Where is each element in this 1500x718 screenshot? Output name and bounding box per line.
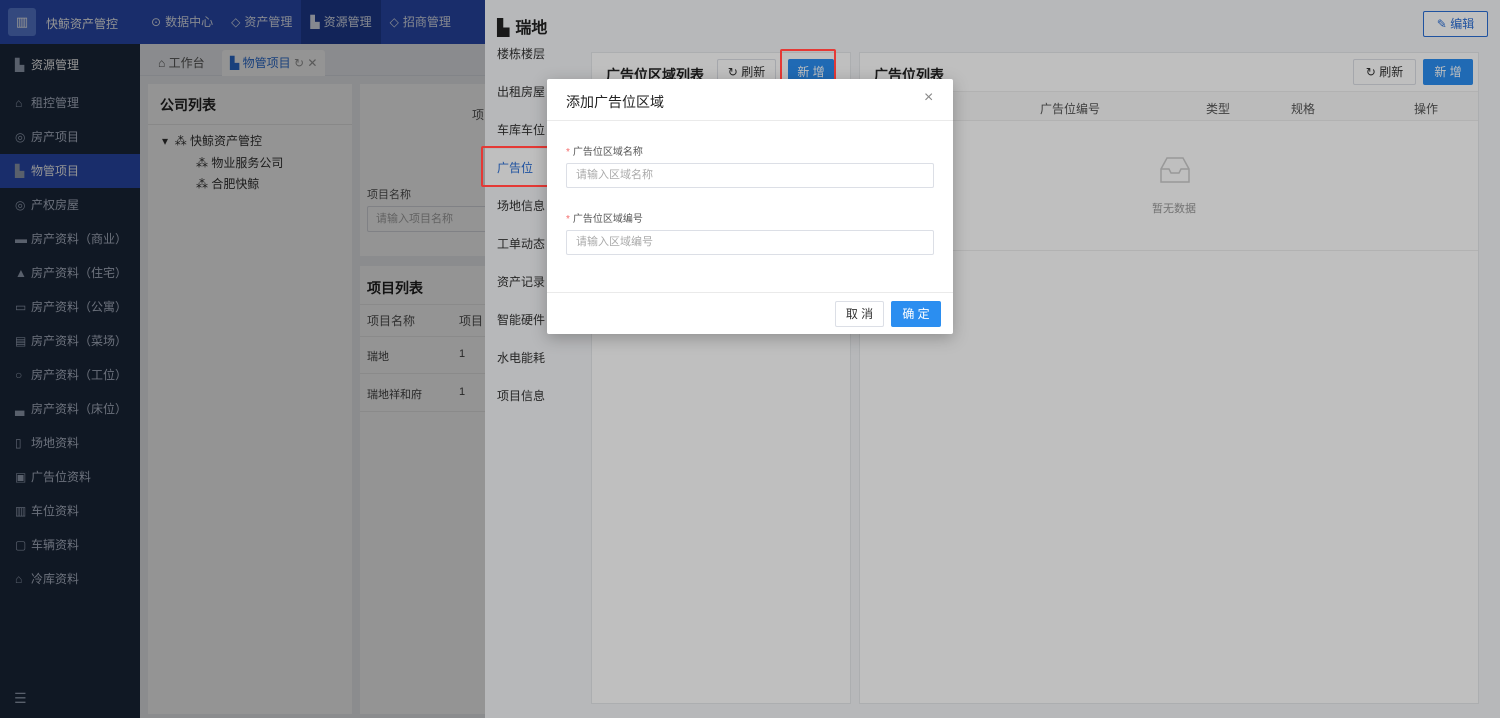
highlight-ad-space-nav [481,146,550,187]
dialog-title: 添加广告位区域 [566,94,664,110]
add-area-dialog: 添加广告位区域 × * 广告位区域名称 请输入区域名称 * 广告位区域编号 请输入区… [547,79,953,334]
area-code-label: * 广告位区域编号 [566,214,643,225]
divider [547,292,953,293]
confirm-button[interactable]: 确 定 [891,301,941,327]
page-overlay[interactable] [0,0,485,718]
area-name-label: * 广告位区域名称 [566,147,643,158]
required-mark: * [566,214,570,225]
area-name-input[interactable]: 请输入区域名称 [566,163,934,188]
cancel-button[interactable]: 取 消 [835,301,884,327]
close-icon[interactable]: × [924,89,933,107]
divider [547,120,953,121]
area-code-input[interactable]: 请输入区域编号 [566,230,934,255]
required-mark: * [566,147,570,158]
